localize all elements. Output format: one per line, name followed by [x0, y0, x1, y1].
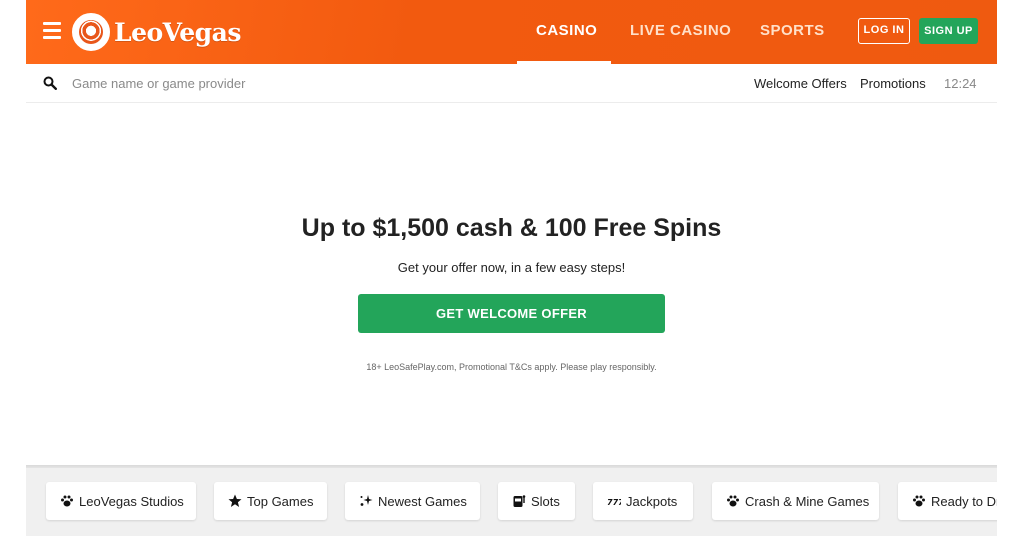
slot-machine-icon — [513, 495, 526, 507]
get-welcome-offer-button[interactable]: GET WELCOME OFFER — [358, 294, 665, 333]
brand-name: LeoVegas — [114, 17, 241, 47]
page: LeoVegas CASINO LIVE CASINO SPORTS LOG I… — [26, 0, 997, 536]
brand-logo[interactable]: LeoVegas — [72, 12, 241, 52]
search-icon[interactable] — [43, 76, 57, 90]
offer-subtitle: Get your offer now, in a few easy steps! — [397, 260, 626, 275]
category-leovegas-studios[interactable]: LeoVegas Studios — [46, 482, 196, 520]
category-newest-games[interactable]: Newest Games — [345, 482, 480, 520]
category-label: Newest Games — [378, 493, 467, 509]
welcome-offers-link[interactable]: Welcome Offers — [754, 76, 847, 91]
seven-icon: 777 — [607, 498, 621, 507]
login-button[interactable]: LOG IN — [858, 18, 910, 44]
paw-icon — [913, 495, 925, 507]
paw-icon — [61, 495, 73, 507]
category-label: Top Games — [247, 493, 314, 509]
category-crash-mine-games[interactable]: Crash & Mine Games — [712, 482, 879, 520]
lion-logo-icon — [72, 13, 110, 51]
category-slots[interactable]: Slots — [498, 482, 575, 520]
search-input[interactable] — [72, 72, 372, 94]
category-ready-to-drop[interactable]: Ready to Dr — [898, 482, 997, 520]
promotions-link[interactable]: Promotions — [860, 76, 926, 91]
clock: 12:24 — [944, 76, 977, 91]
welcome-offer-hero: Up to $1,500 cash & 100 Free Spins Get y… — [26, 104, 997, 467]
category-label: Jackpots — [626, 493, 678, 509]
tab-sports[interactable]: SPORTS — [760, 22, 825, 39]
hamburger-menu-icon[interactable] — [43, 22, 61, 39]
category-top-games[interactable]: Top Games — [214, 482, 327, 520]
sparkle-icon — [360, 495, 373, 506]
category-bar: LeoVegas Studios Top Games Newest Games … — [26, 468, 997, 536]
signup-button[interactable]: SIGN UP — [919, 18, 978, 44]
category-label: Slots — [531, 493, 560, 509]
star-icon — [228, 494, 242, 507]
category-label: Crash & Mine Games — [745, 493, 870, 509]
paw-icon — [727, 495, 739, 507]
category-label: LeoVegas Studios — [79, 493, 184, 509]
category-label: Ready to Dr — [931, 493, 997, 509]
offer-title: Up to $1,500 cash & 100 Free Spins — [301, 214, 722, 242]
search-bar: Welcome Offers Promotions 12:24 — [26, 64, 997, 103]
tab-casino[interactable]: CASINO — [536, 22, 597, 39]
category-jackpots[interactable]: 777 Jackpots — [593, 482, 693, 520]
svg-text:777: 777 — [607, 498, 621, 507]
tab-live-casino[interactable]: LIVE CASINO — [630, 22, 731, 39]
top-header: LeoVegas CASINO LIVE CASINO SPORTS LOG I… — [26, 0, 997, 64]
disclaimer-text: 18+ LeoSafePlay.com, Promotional T&Cs ap… — [366, 362, 657, 372]
